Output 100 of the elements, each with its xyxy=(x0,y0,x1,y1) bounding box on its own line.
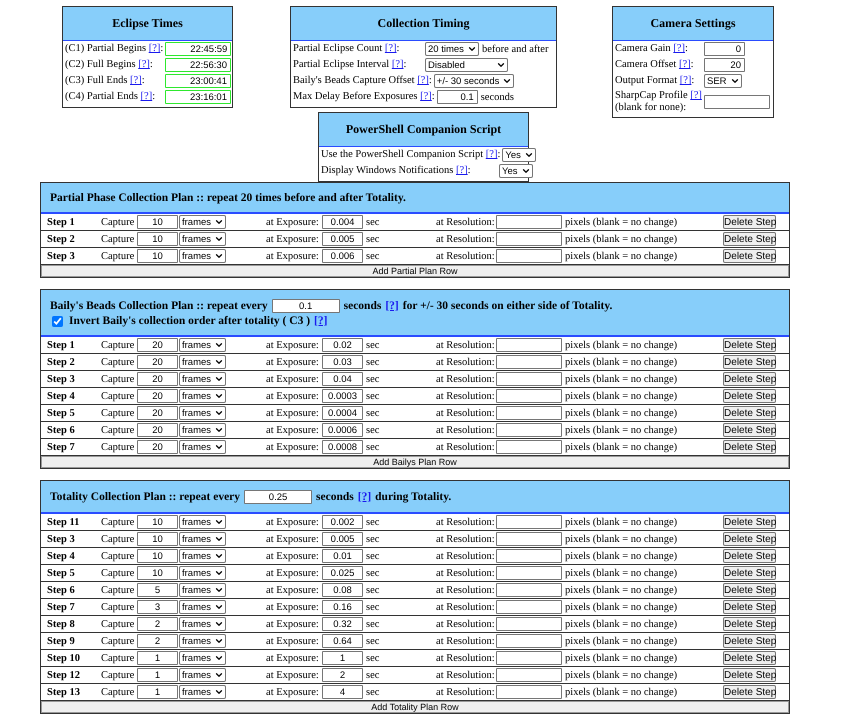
delete-step-button[interactable]: Delete Step xyxy=(723,389,776,403)
interval-field[interactable]: 0.1 xyxy=(272,299,340,313)
unit-dropdown[interactable]: frames xyxy=(179,634,226,648)
time-field[interactable]: 23:00:41 xyxy=(165,74,231,88)
help-link[interactable]: [?] xyxy=(130,75,142,86)
dropdown[interactable]: Disabled xyxy=(425,58,508,72)
count-field[interactable]: 20 xyxy=(137,355,178,369)
delete-step-button[interactable]: Delete Step xyxy=(723,232,776,246)
delete-step-button[interactable]: Delete Step xyxy=(723,406,776,420)
count-field[interactable]: 5 xyxy=(137,583,178,597)
count-field[interactable]: 20 xyxy=(137,440,178,454)
count-field[interactable]: 10 xyxy=(137,249,178,263)
unit-dropdown[interactable]: frames xyxy=(179,215,226,229)
unit-dropdown[interactable]: frames xyxy=(179,617,226,631)
count-field[interactable]: 20 xyxy=(137,406,178,420)
delete-step-button[interactable]: Delete Step xyxy=(723,372,776,386)
delete-step-button[interactable]: Delete Step xyxy=(723,583,776,597)
exposure-field[interactable]: 0.0004 xyxy=(322,406,364,420)
unit-dropdown[interactable]: frames xyxy=(179,372,226,386)
input-field[interactable]: 20 xyxy=(704,58,745,72)
unit-dropdown[interactable]: frames xyxy=(179,423,226,437)
delete-step-button[interactable]: Delete Step xyxy=(723,600,776,614)
delete-step-button[interactable]: Delete Step xyxy=(723,668,776,682)
dropdown[interactable]: +/- 30 seconds xyxy=(434,74,514,88)
unit-dropdown[interactable]: frames xyxy=(179,549,226,563)
count-field[interactable]: 1 xyxy=(137,668,178,682)
input-field[interactable]: 0 xyxy=(704,42,745,56)
unit-dropdown[interactable]: frames xyxy=(179,583,226,597)
unit-dropdown[interactable]: frames xyxy=(179,406,226,420)
unit-dropdown[interactable]: frames xyxy=(179,355,226,369)
help-link[interactable]: [?] xyxy=(138,59,150,70)
add-row-button[interactable]: Add Bailys Plan Row xyxy=(41,456,789,468)
exposure-field[interactable]: 0.02 xyxy=(322,338,364,352)
unit-dropdown[interactable]: frames xyxy=(179,232,226,246)
count-field[interactable]: 10 xyxy=(137,532,178,546)
interval-field[interactable]: 0.25 xyxy=(244,490,312,504)
unit-dropdown[interactable]: frames xyxy=(179,440,226,454)
delete-step-button[interactable]: Delete Step xyxy=(723,355,776,369)
count-field[interactable]: 10 xyxy=(137,215,178,229)
dropdown[interactable]: Yes xyxy=(502,148,536,162)
count-field[interactable]: 10 xyxy=(137,515,178,529)
unit-dropdown[interactable]: frames xyxy=(179,338,226,352)
exposure-field[interactable]: 0.08 xyxy=(322,583,364,597)
delete-step-button[interactable]: Delete Step xyxy=(723,566,776,580)
help-link[interactable]: [?] xyxy=(678,59,691,70)
exposure-field[interactable]: 2 xyxy=(322,668,364,682)
count-field[interactable]: 20 xyxy=(137,372,178,386)
exposure-field[interactable]: 0.006 xyxy=(322,249,364,263)
delete-step-button[interactable]: Delete Step xyxy=(723,440,776,454)
count-field[interactable]: 1 xyxy=(137,685,178,699)
exposure-field[interactable]: 0.32 xyxy=(322,617,364,631)
input-field[interactable]: 0.1 xyxy=(436,90,478,104)
help-link[interactable]: [?] xyxy=(486,149,498,160)
exposure-field[interactable]: 4 xyxy=(322,685,364,699)
unit-dropdown[interactable]: frames xyxy=(179,515,226,529)
count-field[interactable]: 10 xyxy=(137,232,178,246)
exposure-field[interactable]: 0.64 xyxy=(322,634,364,648)
time-field[interactable]: 22:45:59 xyxy=(165,42,232,56)
dropdown[interactable]: SER xyxy=(704,74,742,88)
count-field[interactable]: 20 xyxy=(137,389,178,403)
exposure-field[interactable]: 0.002 xyxy=(322,515,364,529)
count-field[interactable]: 3 xyxy=(137,600,178,614)
delete-step-button[interactable]: Delete Step xyxy=(723,617,776,631)
unit-dropdown[interactable]: frames xyxy=(179,389,226,403)
exposure-field[interactable]: 0.04 xyxy=(322,372,364,386)
delete-step-button[interactable]: Delete Step xyxy=(723,338,776,352)
help-link[interactable]: [?] xyxy=(384,43,397,54)
help-link[interactable]: [?] xyxy=(314,315,328,327)
help-link[interactable]: [?] xyxy=(140,91,152,102)
help-link[interactable]: [?] xyxy=(420,91,432,102)
unit-dropdown[interactable]: frames xyxy=(179,668,226,682)
help-link[interactable]: [?] xyxy=(456,165,468,176)
unit-dropdown[interactable]: frames xyxy=(179,249,226,263)
add-row-button[interactable]: Add Totality Plan Row xyxy=(41,701,789,713)
count-field[interactable]: 10 xyxy=(137,566,178,580)
delete-step-button[interactable]: Delete Step xyxy=(723,532,776,546)
count-field[interactable]: 20 xyxy=(137,423,178,437)
count-field[interactable]: 1 xyxy=(137,651,178,665)
delete-step-button[interactable]: Delete Step xyxy=(723,685,776,699)
count-field[interactable]: 2 xyxy=(137,634,178,648)
delete-step-button[interactable]: Delete Step xyxy=(723,423,776,437)
exposure-field[interactable]: 0.005 xyxy=(322,532,364,546)
dropdown[interactable]: 20 times xyxy=(425,42,479,56)
unit-dropdown[interactable]: frames xyxy=(179,651,226,665)
count-field[interactable]: 2 xyxy=(137,617,178,631)
help-link[interactable]: [?] xyxy=(385,300,399,312)
exposure-field[interactable]: 0.0008 xyxy=(322,440,364,454)
help-link[interactable]: [?] xyxy=(680,75,692,86)
exposure-field[interactable]: 0.005 xyxy=(322,232,364,246)
time-field[interactable]: 23:16:01 xyxy=(165,90,231,104)
exposure-field[interactable]: 0.16 xyxy=(322,600,364,614)
exposure-field[interactable]: 0.03 xyxy=(322,355,364,369)
exposure-field[interactable]: 0.0003 xyxy=(322,389,364,403)
delete-step-button[interactable]: Delete Step xyxy=(723,549,776,563)
time-field[interactable]: 22:56:30 xyxy=(165,58,231,72)
delete-step-button[interactable]: Delete Step xyxy=(723,651,776,665)
help-link[interactable]: [?] xyxy=(358,491,372,503)
delete-step-button[interactable]: Delete Step xyxy=(723,249,776,263)
exposure-field[interactable]: 0.0006 xyxy=(322,423,364,437)
help-link[interactable]: [?] xyxy=(673,43,685,54)
